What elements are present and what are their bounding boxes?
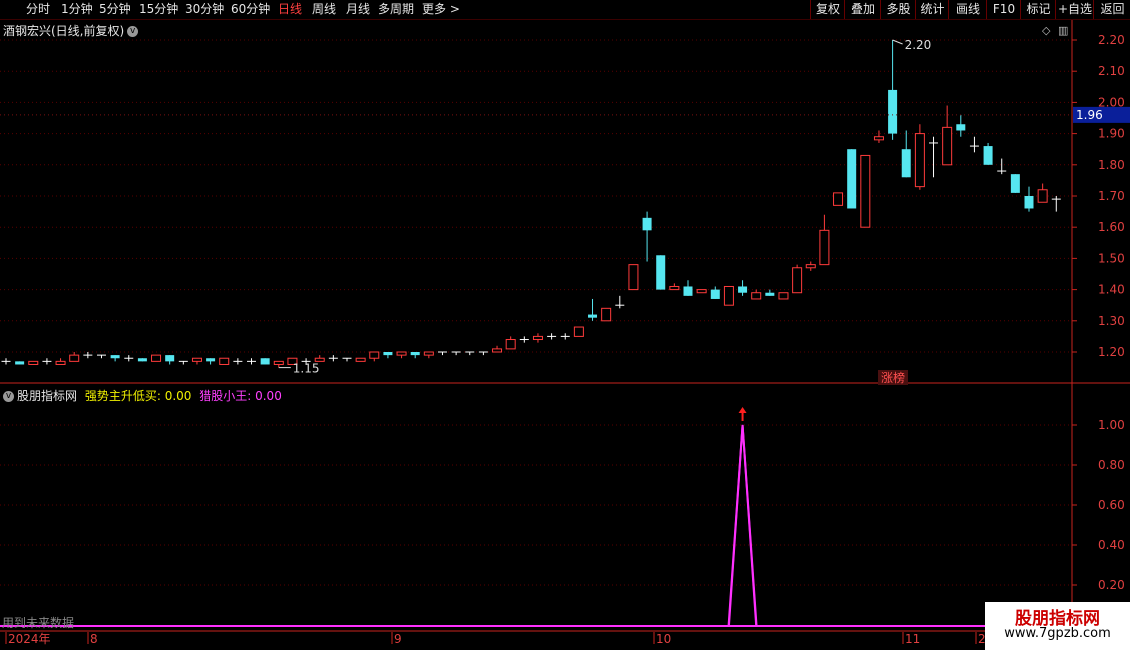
candle-up [492, 348, 503, 353]
candle-up [723, 285, 734, 306]
candle-down [588, 314, 598, 318]
candle-up [1037, 189, 1048, 203]
indicator-tick-label: 0.40 [1098, 538, 1125, 552]
candle-up [914, 133, 925, 188]
current-price-label: 1.96 [1076, 108, 1103, 122]
watermark: 股朋指标网 www.7gpzb.com [985, 602, 1130, 650]
low-label: 1.15 [293, 362, 320, 376]
candle-down [847, 149, 857, 209]
candle-up [55, 360, 66, 365]
candle-up [696, 289, 707, 294]
candle-up [873, 136, 884, 141]
candle-down [765, 292, 775, 296]
candle-up [860, 154, 871, 228]
high-label: 2.20 [905, 38, 932, 52]
layout-icon: ▥ [1058, 24, 1068, 37]
candle-down [1024, 196, 1034, 209]
indicator-tick-label: 0.20 [1098, 578, 1125, 592]
candle-up [28, 360, 39, 365]
candle-up [751, 292, 762, 300]
candle-down [410, 352, 420, 356]
watermark-line2: www.7gpzb.com [1004, 626, 1111, 641]
indicator-tick-label: 0.60 [1098, 498, 1125, 512]
price-tick-label: 1.50 [1098, 251, 1125, 265]
candle-up [273, 360, 284, 365]
candle-up [778, 292, 789, 300]
indicator-line [6, 424, 1057, 627]
candle-up [819, 229, 830, 266]
price-tick-label: 1.60 [1098, 220, 1125, 234]
candle-down [888, 89, 898, 134]
candle-up [669, 285, 680, 291]
future-data-note: 用到未来数据 [2, 616, 75, 630]
zt-badge: 涨榜 [881, 370, 905, 385]
candle-up [532, 335, 543, 341]
candle-up [601, 307, 612, 322]
price-tick-label: 1.80 [1098, 158, 1125, 172]
time-label: 2024年 [8, 632, 51, 646]
candle-down [1010, 174, 1020, 193]
price-tick-label: 1.30 [1098, 314, 1125, 328]
candle-up [573, 326, 584, 337]
candle-up [805, 264, 816, 269]
signal-arrow-icon [738, 407, 747, 413]
candle-up [219, 357, 230, 365]
candle-down [738, 286, 748, 293]
price-tick-label: 1.70 [1098, 189, 1125, 203]
time-label: 8 [90, 632, 98, 646]
candle-down [983, 146, 993, 165]
candle-down [710, 289, 720, 299]
candle-up [833, 192, 844, 206]
candle-up [355, 357, 366, 362]
candle-up [792, 267, 803, 294]
candle-up [942, 126, 953, 166]
indicator-spike-outer [727, 424, 758, 627]
candle-down [137, 358, 147, 362]
indicator-tick-label: 0.80 [1098, 458, 1125, 472]
price-tick-label: 2.10 [1098, 64, 1125, 78]
time-label: 11 [905, 632, 920, 646]
candle-down [656, 255, 666, 290]
indicator-tick-label: 1.00 [1098, 418, 1125, 432]
candle-down [260, 358, 270, 365]
candle-down [901, 149, 911, 178]
time-label: 10 [656, 632, 671, 646]
candle-down [15, 361, 25, 365]
price-tick-label: 1.40 [1098, 283, 1125, 297]
candle-down [165, 355, 175, 362]
candle-down [956, 124, 966, 131]
stock-chart[interactable]: 1.201.301.401.501.601.701.801.902.002.10… [0, 0, 1130, 650]
time-label: 9 [394, 632, 402, 646]
candle-up [505, 339, 516, 350]
candle-up [396, 351, 407, 356]
candle-up [369, 351, 380, 359]
price-tick-label: 2.20 [1098, 33, 1125, 47]
candle-up [69, 354, 80, 362]
candle-up [423, 351, 434, 356]
high-marker-line [892, 39, 903, 45]
candle-down [683, 286, 693, 296]
candle-down [383, 352, 393, 356]
candle-down [110, 355, 120, 359]
candle-down [206, 358, 216, 362]
candle-down [642, 217, 652, 231]
candle-up [191, 357, 202, 362]
candle-up [151, 354, 162, 362]
candle-up [628, 264, 639, 291]
diamond-icon: ◇ [1042, 24, 1051, 37]
price-tick-label: 1.20 [1098, 345, 1125, 359]
price-tick-label: 1.90 [1098, 127, 1125, 141]
